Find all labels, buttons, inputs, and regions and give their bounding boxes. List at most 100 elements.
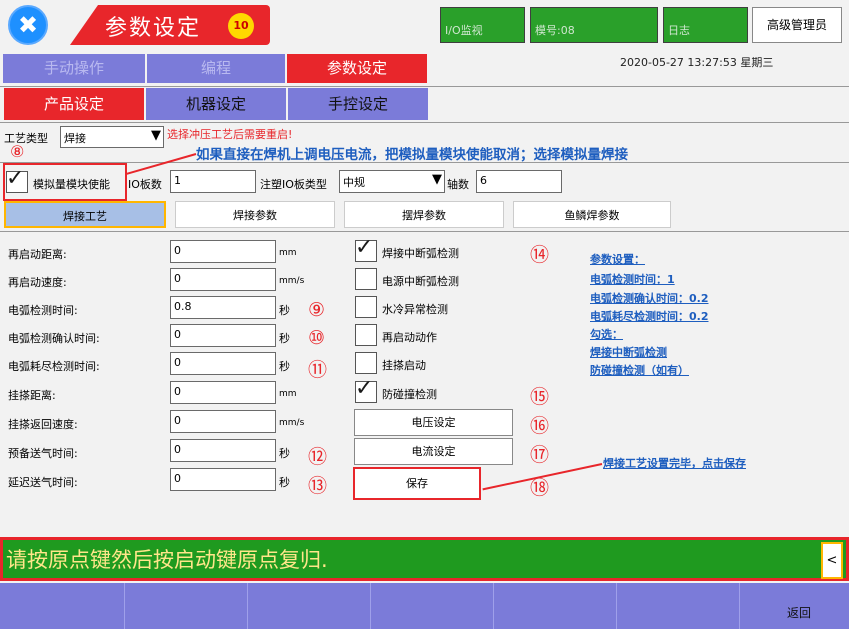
annotation-11: ⑪	[308, 359, 328, 381]
annotation-15: ⑮	[530, 386, 550, 408]
check-label: 电源中断弧检测	[382, 275, 459, 288]
param-input[interactable]: 0	[170, 410, 276, 433]
tab-fishscale-params[interactable]: 鱼鳞焊参数	[513, 201, 671, 228]
annotation-14: ⑭	[530, 244, 550, 266]
restart-action-checkbox[interactable]	[355, 324, 377, 346]
bottom-button[interactable]	[248, 583, 371, 629]
param-input[interactable]: 0	[170, 324, 276, 347]
axis-count-input[interactable]: 6	[476, 170, 562, 193]
analog-enable-label: 模拟量模块使能	[33, 178, 110, 191]
note-line: 焊接中断弧检测	[590, 346, 667, 359]
io-count-label: IO板数	[128, 178, 162, 191]
tab-manual[interactable]: 手动操作	[3, 54, 145, 83]
check-label: 挂搽启动	[382, 359, 426, 372]
tab-weld-params[interactable]: 焊接参数	[175, 201, 335, 228]
param-label: 电弧检测时间:	[8, 304, 78, 317]
bottom-button[interactable]	[617, 583, 740, 629]
save-button[interactable]: 保存	[353, 467, 481, 500]
restart-warning: 选择冲压工艺后需要重启!	[167, 128, 293, 141]
current-settings-button[interactable]: 电流设定	[354, 438, 513, 465]
param-unit: mm/s	[279, 276, 305, 286]
page-title: 参数设定	[105, 16, 202, 41]
param-label: 挂搽返回速度:	[8, 418, 78, 431]
wrench-icon[interactable]: ✖	[8, 5, 48, 45]
io-type-label: 注塑IO板类型	[260, 178, 327, 191]
param-unit: mm	[279, 389, 297, 399]
param-label: 挂搽距离:	[8, 389, 56, 402]
param-input[interactable]: 0	[170, 268, 276, 291]
water-cool-checkbox[interactable]	[355, 296, 377, 318]
annotation-tip-analog: 如果直接在焊机上调电压电流，把模拟量模块使能取消；选择模拟量焊接	[196, 147, 628, 163]
tab-program[interactable]: 编程	[147, 54, 285, 83]
divider	[0, 162, 849, 163]
param-unit: 秒	[279, 304, 290, 317]
check-icon: ✓	[355, 376, 374, 401]
annotation-12: ⑫	[308, 446, 328, 468]
tab-machine-settings[interactable]: 机器设定	[146, 88, 286, 120]
param-label: 再启动速度:	[8, 276, 67, 289]
annotation-9: ⑨	[308, 299, 326, 321]
datetime: 2020-05-27 13:27:53 星期三	[620, 56, 774, 69]
param-unit: 秒	[279, 360, 290, 373]
dropdown-arrow-icon: ▼	[432, 172, 442, 187]
tab-product-settings[interactable]: 产品设定	[4, 88, 144, 120]
param-label: 预备送气时间:	[8, 447, 78, 460]
status-message: 请按原点键然后按启动键原点复归.	[6, 548, 328, 572]
note-line: 勾选：	[590, 328, 623, 341]
process-type-value: 焊接	[64, 132, 86, 145]
annotation-16: ⑯	[530, 415, 550, 437]
param-input[interactable]: 0	[170, 468, 276, 491]
module-number[interactable]: 模号:08	[530, 7, 658, 43]
voltage-settings-button[interactable]: 电压设定	[354, 409, 513, 436]
tab-weave-params[interactable]: 摆焊参数	[344, 201, 504, 228]
check-label: 再启动动作	[382, 331, 437, 344]
param-input[interactable]: 0	[170, 352, 276, 375]
chevron-left-icon[interactable]: <	[821, 542, 843, 579]
note-line: 防碰撞检测（如有）	[590, 364, 689, 377]
param-label: 电弧检测确认时间:	[8, 332, 100, 345]
log-button[interactable]: 日志	[663, 7, 748, 43]
check-label: 焊接中断弧检测	[382, 247, 459, 260]
back-label: 返回	[787, 606, 812, 620]
param-input[interactable]: 0.8	[170, 296, 276, 319]
badge-icon: 10	[228, 13, 254, 39]
power-break-checkbox[interactable]	[355, 268, 377, 290]
annotation-17: ⑰	[530, 444, 550, 466]
divider	[0, 122, 849, 123]
tab-weld-process[interactable]: 焊接工艺	[4, 201, 166, 228]
scratch-start-checkbox[interactable]	[355, 352, 377, 374]
process-type-select[interactable]: 焊接 ▼	[60, 126, 164, 148]
note-line: 参数设置：	[590, 253, 645, 266]
param-input[interactable]: 0	[170, 381, 276, 404]
bottom-button[interactable]	[371, 583, 494, 629]
bottom-button[interactable]	[0, 583, 125, 629]
io-type-select[interactable]: 中规 ▼	[339, 170, 445, 193]
param-unit: mm/s	[279, 418, 305, 428]
io-monitor-button[interactable]: I/O监视	[440, 7, 525, 43]
note-line: 电弧检测确认时间：0.2	[590, 292, 709, 305]
arc-break-checkbox[interactable]: ✓	[355, 235, 377, 262]
tab-parameter[interactable]: 参数设定	[287, 54, 427, 83]
annotation-tip-save: 焊接工艺设置完毕，点击保存	[603, 457, 746, 470]
io-count-input[interactable]: 1	[170, 170, 256, 193]
check-label: 防碰撞检测	[382, 388, 437, 401]
admin-button[interactable]: 高级管理员	[752, 7, 842, 43]
tab-manual-control-settings[interactable]: 手控设定	[288, 88, 428, 120]
param-unit: 秒	[279, 476, 290, 489]
param-label: 延迟送气时间:	[8, 476, 78, 489]
param-unit: 秒	[279, 332, 290, 345]
bottom-button[interactable]	[494, 583, 617, 629]
divider	[0, 231, 849, 232]
collision-checkbox[interactable]: ✓	[355, 376, 377, 403]
check-label: 水冷异常检测	[382, 303, 448, 316]
param-label: 电弧耗尽检测时间:	[8, 360, 100, 373]
check-icon: ✓	[6, 166, 25, 191]
param-unit: 秒	[279, 447, 290, 460]
analog-enable-checkbox[interactable]: ✓	[6, 166, 28, 193]
dropdown-arrow-icon: ▼	[151, 128, 161, 143]
param-input[interactable]: 0	[170, 439, 276, 462]
bottom-button[interactable]	[125, 583, 248, 629]
param-label: 再启动距离:	[8, 248, 67, 261]
annotation-8: ⑧	[10, 142, 25, 161]
param-input[interactable]: 0	[170, 240, 276, 263]
